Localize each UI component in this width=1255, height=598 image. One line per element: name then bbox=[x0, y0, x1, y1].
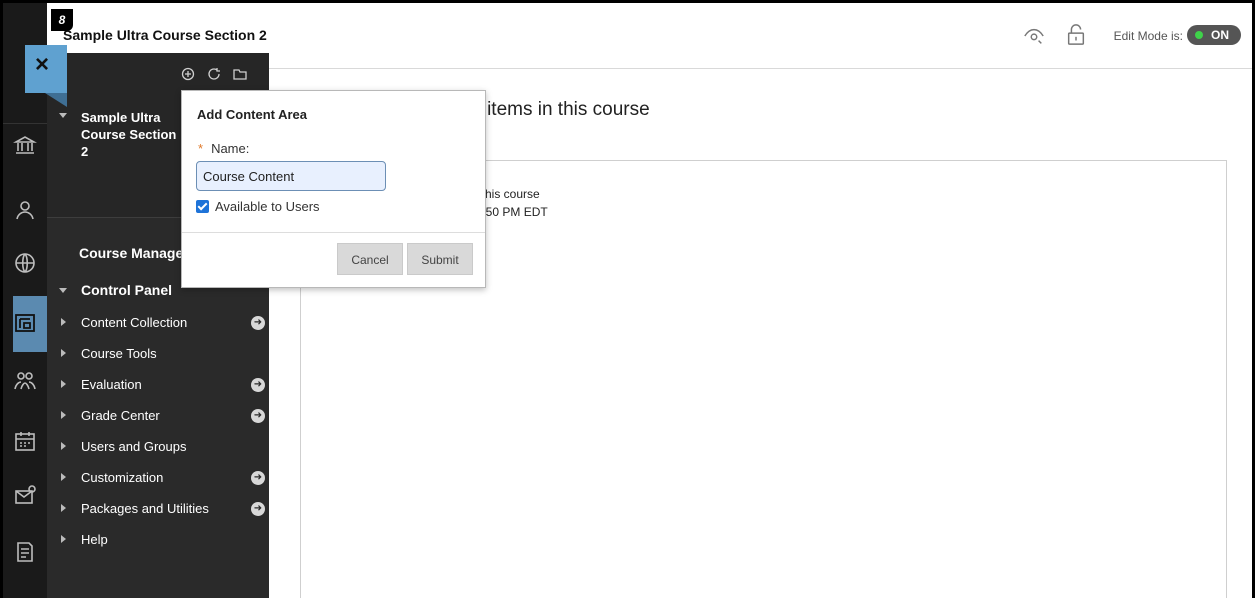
folder-view-icon[interactable] bbox=[233, 67, 247, 81]
go-arrow-icon[interactable]: ➜ bbox=[251, 502, 265, 516]
menu-tools bbox=[181, 67, 247, 81]
available-to-users-checkbox-row[interactable]: Available to Users bbox=[196, 199, 320, 214]
collapse-triangle-icon bbox=[59, 288, 67, 293]
available-to-users-checkbox[interactable] bbox=[196, 200, 209, 213]
go-arrow-icon[interactable]: ➜ bbox=[251, 316, 265, 330]
submit-button[interactable]: Submit bbox=[407, 243, 473, 275]
available-to-users-label: Available to Users bbox=[215, 199, 320, 214]
go-arrow-icon[interactable]: ➜ bbox=[251, 378, 265, 392]
course-icon[interactable] bbox=[13, 311, 37, 335]
unlock-icon[interactable] bbox=[1065, 23, 1087, 47]
edit-mode-toggle[interactable]: ON bbox=[1187, 25, 1241, 45]
main-heading: le items in this course bbox=[467, 99, 650, 120]
dialog-divider bbox=[182, 232, 485, 233]
control-panel-item-content-collection[interactable]: Content Collection ➜ bbox=[59, 307, 269, 338]
close-menu-button[interactable]: × bbox=[25, 45, 67, 107]
student-preview-icon[interactable] bbox=[1023, 25, 1045, 47]
edit-mode-state: ON bbox=[1211, 28, 1229, 42]
grades-icon[interactable] bbox=[13, 540, 37, 564]
control-panel-item-help[interactable]: Help bbox=[59, 524, 269, 555]
messages-icon[interactable] bbox=[13, 483, 37, 507]
institution-icon[interactable] bbox=[12, 133, 38, 157]
app-frame: × 8 Sample Ultra Course Section 2 Edit M… bbox=[0, 0, 1255, 598]
go-arrow-icon[interactable]: ➜ bbox=[251, 471, 265, 485]
expand-triangle-icon bbox=[61, 349, 66, 357]
expand-triangle-icon bbox=[61, 504, 66, 512]
expand-triangle-icon bbox=[61, 473, 66, 481]
control-panel-heading[interactable]: Control Panel bbox=[59, 282, 172, 298]
expand-triangle-icon bbox=[61, 442, 66, 450]
globe-icon[interactable] bbox=[13, 251, 37, 275]
name-field-label: * Name: bbox=[198, 141, 250, 156]
required-marker: * bbox=[198, 141, 204, 156]
edit-mode-label: Edit Mode is: bbox=[1113, 29, 1183, 43]
rail-divider bbox=[3, 123, 47, 124]
page-title: Sample Ultra Course Section 2 bbox=[63, 27, 267, 43]
profile-icon[interactable] bbox=[13, 198, 37, 222]
toggle-indicator bbox=[1195, 31, 1203, 39]
control-panel-item-users-and-groups[interactable]: Users and Groups bbox=[59, 431, 269, 462]
name-input[interactable] bbox=[196, 161, 386, 191]
control-panel-item-grade-center[interactable]: Grade Center ➜ bbox=[59, 400, 269, 431]
control-panel-item-packages-and-utilities[interactable]: Packages and Utilities ➜ bbox=[59, 493, 269, 524]
control-panel-item-evaluation[interactable]: Evaluation ➜ bbox=[59, 369, 269, 400]
cancel-button[interactable]: Cancel bbox=[337, 243, 403, 275]
go-arrow-icon[interactable]: ➜ bbox=[251, 409, 265, 423]
add-menu-item-icon[interactable] bbox=[181, 67, 195, 81]
refresh-icon[interactable] bbox=[207, 67, 221, 81]
control-panel-item-course-tools[interactable]: Course Tools bbox=[59, 338, 269, 369]
expand-triangle-icon bbox=[61, 380, 66, 388]
groups-icon[interactable] bbox=[13, 369, 37, 393]
expand-triangle-icon bbox=[61, 318, 66, 326]
calendar-icon[interactable] bbox=[13, 429, 37, 453]
collapse-triangle-icon bbox=[59, 113, 67, 118]
course-name[interactable]: Sample Ultra Course Section 2 bbox=[59, 109, 179, 160]
control-panel-list: Content Collection ➜ Course Tools Evalua… bbox=[59, 307, 269, 555]
expand-triangle-icon bbox=[61, 535, 66, 543]
add-content-area-dialog: Add Content Area *Name: Available to Use… bbox=[181, 90, 486, 288]
close-icon: × bbox=[35, 51, 50, 78]
dialog-title: Add Content Area bbox=[197, 107, 308, 122]
expand-triangle-icon bbox=[61, 411, 66, 419]
control-panel-item-customization[interactable]: Customization ➜ bbox=[59, 462, 269, 493]
